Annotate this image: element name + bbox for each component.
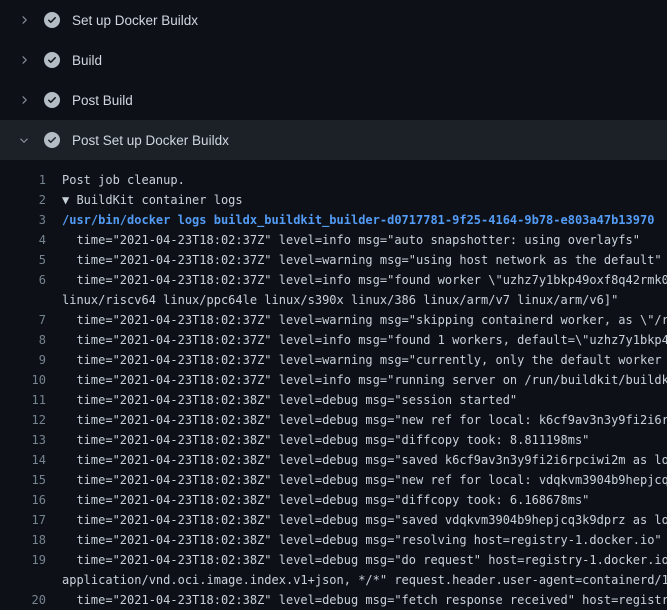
log-line-text: time="2021-04-23T18:02:38Z" level=debug … [62, 450, 667, 470]
log-line-number-empty [0, 290, 62, 310]
step-section-title: Build [72, 53, 102, 68]
log-line-text: time="2021-04-23T18:02:38Z" level=debug … [62, 510, 667, 530]
step-section-title: Post Set up Docker Buildx [72, 133, 229, 148]
log-line-number[interactable]: 19 [0, 550, 62, 570]
log-line-number[interactable]: 16 [0, 490, 62, 510]
success-check-icon [44, 12, 60, 28]
log-line-text: time="2021-04-23T18:02:38Z" level=debug … [62, 550, 667, 570]
log-line-text: time="2021-04-23T18:02:38Z" level=debug … [62, 490, 667, 510]
log-line: 17 time="2021-04-23T18:02:38Z" level=deb… [0, 510, 667, 530]
success-check-icon [44, 92, 60, 108]
log-line: 15 time="2021-04-23T18:02:38Z" level=deb… [0, 470, 667, 490]
log-line: 14 time="2021-04-23T18:02:38Z" level=deb… [0, 450, 667, 470]
log-line-number[interactable]: 2 [0, 190, 62, 210]
log-line-text: application/vnd.oci.image.index.v1+json,… [62, 570, 667, 590]
log-line-text: time="2021-04-23T18:02:38Z" level=debug … [62, 410, 667, 430]
log-line-text: time="2021-04-23T18:02:38Z" level=debug … [62, 390, 667, 410]
log-line: 20 time="2021-04-23T18:02:38Z" level=deb… [0, 590, 667, 610]
log-line-text: Post job cleanup. [62, 170, 667, 190]
step-sections: Set up Docker Buildx Build Post Build [0, 0, 667, 160]
log-line-number[interactable]: 20 [0, 590, 62, 610]
chevron-down-icon [16, 132, 32, 148]
log-line: 13 time="2021-04-23T18:02:38Z" level=deb… [0, 430, 667, 450]
log-line: 9 time="2021-04-23T18:02:37Z" level=warn… [0, 350, 667, 370]
actions-log-viewer: Set up Docker Buildx Build Post Build [0, 0, 667, 600]
log-line-number[interactable]: 9 [0, 350, 62, 370]
log-line-text: time="2021-04-23T18:02:37Z" level=warnin… [62, 310, 667, 330]
log-line-number[interactable]: 15 [0, 470, 62, 490]
log-line-number[interactable]: 18 [0, 530, 62, 550]
chevron-right-icon [16, 12, 32, 28]
log-line: linux/riscv64 linux/ppc64le linux/s390x … [0, 290, 667, 310]
log-line-number[interactable]: 10 [0, 370, 62, 390]
log-line: 1 Post job cleanup. [0, 170, 667, 190]
success-check-icon [44, 132, 60, 148]
log-line-number[interactable]: 11 [0, 390, 62, 410]
log-line: 8 time="2021-04-23T18:02:37Z" level=info… [0, 330, 667, 350]
log-line-number[interactable]: 4 [0, 230, 62, 250]
log-line: 7 time="2021-04-23T18:02:37Z" level=warn… [0, 310, 667, 330]
success-check-icon [44, 52, 60, 68]
log-line-number[interactable]: 7 [0, 310, 62, 330]
log-line: 19 time="2021-04-23T18:02:38Z" level=deb… [0, 550, 667, 570]
log-line-number[interactable]: 8 [0, 330, 62, 350]
log-line-number[interactable]: 1 [0, 170, 62, 190]
log-line: 18 time="2021-04-23T18:02:38Z" level=deb… [0, 530, 667, 550]
log-line-number[interactable]: 17 [0, 510, 62, 530]
log-line-number[interactable]: 5 [0, 250, 62, 270]
log-line-text: time="2021-04-23T18:02:37Z" level=info m… [62, 270, 667, 290]
log-line: 16 time="2021-04-23T18:02:38Z" level=deb… [0, 490, 667, 510]
step-section-header-post-build[interactable]: Post Build [0, 80, 667, 120]
step-section-header-post-setup-docker-buildx[interactable]: Post Set up Docker Buildx [0, 120, 667, 160]
log-line-text: linux/riscv64 linux/ppc64le linux/s390x … [62, 290, 667, 310]
log-line-number[interactable]: 12 [0, 410, 62, 430]
log-line-text: time="2021-04-23T18:02:37Z" level=warnin… [62, 250, 667, 270]
log-line-text: time="2021-04-23T18:02:37Z" level=info m… [62, 370, 667, 390]
log-line: 6 time="2021-04-23T18:02:37Z" level=info… [0, 270, 667, 290]
step-section-header-build[interactable]: Build [0, 40, 667, 80]
log-line-text: time="2021-04-23T18:02:37Z" level=warnin… [62, 350, 667, 370]
log-line-number[interactable]: 3 [0, 210, 62, 230]
step-section-title: Set up Docker Buildx [72, 13, 198, 28]
log-line-number[interactable]: 14 [0, 450, 62, 470]
log-line: 12 time="2021-04-23T18:02:38Z" level=deb… [0, 410, 667, 430]
log-line: application/vnd.oci.image.index.v1+json,… [0, 570, 667, 590]
log-line: 4 time="2021-04-23T18:02:37Z" level=info… [0, 230, 667, 250]
chevron-right-icon [16, 52, 32, 68]
step-section-title: Post Build [72, 93, 133, 108]
log-line-number[interactable]: 6 [0, 270, 62, 290]
chevron-right-icon [16, 92, 32, 108]
log-line: 5 time="2021-04-23T18:02:37Z" level=warn… [0, 250, 667, 270]
log-line: 11 time="2021-04-23T18:02:38Z" level=deb… [0, 390, 667, 410]
log-line: 3 /usr/bin/docker logs buildx_buildkit_b… [0, 210, 667, 230]
log-line: 2 ▼ BuildKit container logs [0, 190, 667, 210]
log-line-text: time="2021-04-23T18:02:38Z" level=debug … [62, 470, 667, 490]
log-line-text: time="2021-04-23T18:02:38Z" level=debug … [62, 430, 667, 450]
log-line-text: time="2021-04-23T18:02:37Z" level=info m… [62, 330, 667, 350]
log-line-text: time="2021-04-23T18:02:38Z" level=debug … [62, 530, 667, 550]
log-line-number-empty [0, 570, 62, 590]
step-section-header-setup-docker-buildx[interactable]: Set up Docker Buildx [0, 0, 667, 40]
log-line-text: time="2021-04-23T18:02:38Z" level=debug … [62, 590, 667, 610]
log-group-toggle[interactable]: ▼ BuildKit container logs [62, 190, 667, 210]
log-output: 1 Post job cleanup. 2 ▼ BuildKit contain… [0, 160, 667, 610]
log-line-number[interactable]: 13 [0, 430, 62, 450]
log-line-text: /usr/bin/docker logs buildx_buildkit_bui… [62, 210, 667, 230]
log-line: 10 time="2021-04-23T18:02:37Z" level=inf… [0, 370, 667, 390]
log-line-text: time="2021-04-23T18:02:37Z" level=info m… [62, 230, 667, 250]
